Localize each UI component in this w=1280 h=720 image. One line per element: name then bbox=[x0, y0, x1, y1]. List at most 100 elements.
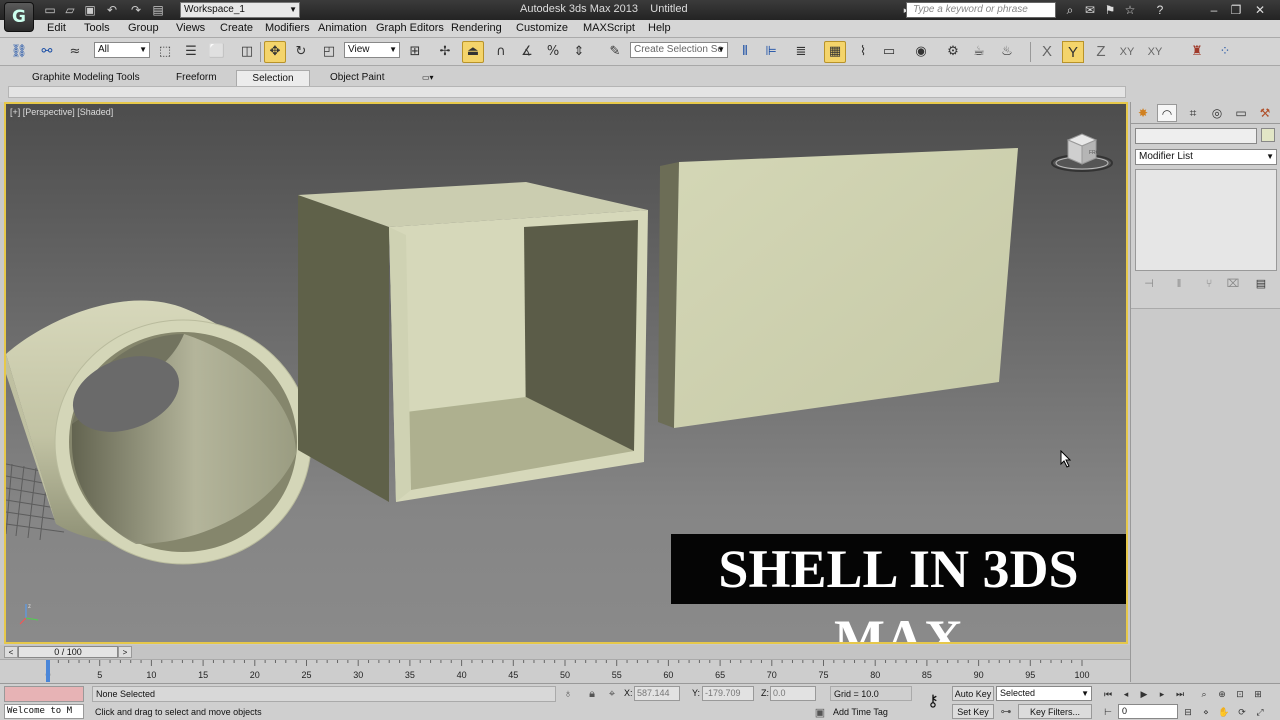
rectangular-selection-icon[interactable]: ⬜ bbox=[206, 41, 228, 63]
create-tab-icon[interactable]: ✸ bbox=[1133, 104, 1153, 122]
go-to-start-icon[interactable]: ⏮ bbox=[1100, 686, 1116, 702]
binoculars-icon[interactable]: ⌕ bbox=[1062, 2, 1078, 18]
zoom-extents-all-icon[interactable]: ⊞ bbox=[1250, 686, 1266, 702]
current-frame-marker[interactable] bbox=[46, 660, 50, 682]
close-icon[interactable]: ✕ bbox=[1252, 2, 1268, 18]
isolate-selection-icon[interactable]: ♁ bbox=[560, 686, 576, 702]
render-production-icon[interactable]: ♨ bbox=[996, 41, 1018, 63]
ribbon-tab-object-paint[interactable]: Object Paint bbox=[322, 70, 392, 86]
auto-key-button[interactable]: Auto Key bbox=[952, 686, 994, 701]
material-editor-icon[interactable]: ◉ bbox=[910, 41, 932, 63]
menu-edit[interactable]: Edit bbox=[47, 22, 66, 34]
redo-icon[interactable]: ↷ bbox=[128, 2, 144, 18]
time-configuration-icon[interactable]: ⊟ bbox=[1180, 704, 1196, 720]
selection-lock-icon[interactable]: 🔒︎ bbox=[584, 686, 600, 702]
axis-y-button[interactable]: Y bbox=[1062, 41, 1084, 63]
time-tag-icon[interactable]: ▣ bbox=[812, 705, 828, 720]
display-tab-icon[interactable]: ▭ bbox=[1231, 104, 1251, 122]
maxscript-mini-listener[interactable]: Welcome to M bbox=[4, 704, 84, 719]
named-selection-sets-dropdown[interactable]: Create Selection Se ▼ bbox=[630, 42, 728, 58]
time-slider-thumb[interactable]: 0 / 100 bbox=[18, 646, 118, 658]
menu-group[interactable]: Group bbox=[128, 22, 159, 34]
current-frame-field[interactable]: 0 bbox=[1118, 704, 1178, 719]
layer-manager-icon[interactable]: ≣ bbox=[790, 41, 812, 63]
show-end-result-icon[interactable]: ‖ bbox=[1171, 276, 1187, 292]
menu-help[interactable]: Help bbox=[648, 22, 671, 34]
maximize-viewport-icon[interactable]: ⤢ bbox=[1252, 704, 1268, 720]
field-of-view-icon[interactable]: ⋄ bbox=[1198, 704, 1214, 720]
viewport-label[interactable]: [+] [Perspective] [Shaded] bbox=[10, 107, 113, 117]
previous-frame-icon[interactable]: ◂ bbox=[1118, 686, 1134, 702]
viewcube-icon[interactable]: FRONT bbox=[1048, 130, 1116, 174]
menu-views[interactable]: Views bbox=[176, 22, 205, 34]
key-mode-toggle-icon[interactable]: ⊢ bbox=[1100, 704, 1116, 720]
select-object-icon[interactable]: ⬚ bbox=[154, 41, 176, 63]
pin-stack-icon[interactable]: ⊣ bbox=[1141, 276, 1157, 292]
snaps-toggle-icon[interactable]: ∩ bbox=[490, 41, 512, 63]
key-mode-dropdown[interactable]: Selected ▼ bbox=[996, 686, 1092, 701]
perspective-viewport[interactable]: [+] [Perspective] [Shaded] FRONT SHELL I… bbox=[4, 102, 1128, 644]
play-icon[interactable]: ▶ bbox=[1136, 686, 1152, 702]
favorites-star-icon[interactable]: ☆ bbox=[1122, 2, 1138, 18]
configure-modifier-sets-icon[interactable]: ▤ bbox=[1253, 276, 1269, 292]
select-and-move-icon[interactable]: ✥ bbox=[264, 41, 286, 63]
key-filters-button[interactable]: Key Filters... bbox=[1018, 704, 1092, 719]
pan-view-icon[interactable]: ✋ bbox=[1216, 704, 1232, 720]
menu-rendering[interactable]: Rendering bbox=[451, 22, 502, 34]
zoom-icon[interactable]: ⌕ bbox=[1196, 686, 1212, 702]
restore-icon[interactable]: ❐ bbox=[1228, 2, 1244, 18]
remove-modifier-icon[interactable]: ⌧ bbox=[1225, 276, 1241, 292]
hierarchy-tab-icon[interactable]: ⌗ bbox=[1183, 104, 1203, 122]
help-icon[interactable]: ? bbox=[1152, 2, 1168, 18]
mirror-icon[interactable]: ⫴ bbox=[734, 41, 756, 63]
axis-xy-button[interactable]: XY bbox=[1116, 41, 1138, 63]
make-unique-icon[interactable]: ⑂ bbox=[1201, 276, 1217, 292]
ribbon-tab-freeform[interactable]: Freeform bbox=[168, 70, 225, 86]
modifier-list-dropdown[interactable]: Modifier List ▼ bbox=[1135, 149, 1277, 165]
selection-filter-dropdown[interactable]: All ▼ bbox=[94, 42, 150, 58]
pivot-center-icon[interactable]: ⊞ bbox=[404, 41, 426, 63]
ribbon-tab-graphite[interactable]: Graphite Modeling Tools bbox=[24, 70, 148, 86]
axis-x-button[interactable]: X bbox=[1036, 41, 1058, 63]
track-bar[interactable]: 0510152025303540455055606570758085909510… bbox=[0, 659, 1130, 683]
orbit-icon[interactable]: ⟳ bbox=[1234, 704, 1250, 720]
absolute-mode-icon[interactable]: ⌖ bbox=[604, 686, 620, 702]
link-icon[interactable]: ⛓ bbox=[8, 41, 30, 63]
go-to-end-icon[interactable]: ⏭ bbox=[1172, 686, 1188, 702]
motion-tab-icon[interactable]: ◎ bbox=[1207, 104, 1227, 122]
next-frame-icon[interactable]: ▸ bbox=[1154, 686, 1170, 702]
graphite-toggle-icon[interactable]: ▦ bbox=[824, 41, 846, 63]
spinner-snap-icon[interactable]: ⇕ bbox=[568, 41, 590, 63]
window-crossing-icon[interactable]: ◫ bbox=[236, 41, 258, 63]
communication-center-icon[interactable]: ✉ bbox=[1082, 2, 1098, 18]
menu-animation[interactable]: Animation bbox=[318, 22, 367, 34]
axis-z-button[interactable]: Z bbox=[1090, 41, 1112, 63]
y-coord-field[interactable]: -179.709 bbox=[702, 686, 754, 701]
menu-maxscript[interactable]: MAXScript bbox=[583, 22, 635, 34]
object-name-field[interactable] bbox=[1135, 128, 1257, 144]
x-coord-field[interactable]: 587.144 bbox=[634, 686, 680, 701]
minimize-icon[interactable]: – bbox=[1206, 2, 1222, 18]
menu-modifiers[interactable]: Modifiers bbox=[265, 22, 310, 34]
time-slider-prev-button[interactable]: < bbox=[4, 646, 18, 658]
time-slider-next-button[interactable]: > bbox=[118, 646, 132, 658]
ribbon-tab-selection[interactable]: Selection bbox=[236, 70, 310, 86]
project-folder-icon[interactable]: ▤ bbox=[150, 2, 166, 18]
unlink-icon[interactable]: ⚯ bbox=[36, 41, 58, 63]
render-setup-icon[interactable]: ⚙ bbox=[942, 41, 964, 63]
set-key-button[interactable]: Set Key bbox=[952, 704, 994, 719]
subscription-icon[interactable]: ⚑ bbox=[1102, 2, 1118, 18]
ribbon-options-dropdown[interactable]: ▭▾ bbox=[414, 70, 442, 86]
add-time-tag-button[interactable]: Add Time Tag bbox=[830, 705, 912, 720]
undo-icon[interactable]: ↶ bbox=[104, 2, 120, 18]
rendered-frame-window-icon[interactable]: ☕ bbox=[968, 41, 990, 63]
mental-ray-icon[interactable]: ♜ bbox=[1186, 41, 1208, 63]
menu-create[interactable]: Create bbox=[220, 22, 253, 34]
schematic-view-icon[interactable]: ▭ bbox=[878, 41, 900, 63]
search-input[interactable]: Type a keyword or phrase bbox=[906, 2, 1056, 18]
axis-xy-cycle-button[interactable]: XY bbox=[1144, 41, 1166, 63]
select-and-scale-icon[interactable]: ◰ bbox=[318, 41, 340, 63]
save-file-icon[interactable]: ▣ bbox=[82, 2, 98, 18]
edit-named-selection-icon[interactable]: ✎ bbox=[604, 41, 626, 63]
curve-editor-icon[interactable]: ⌇ bbox=[852, 41, 874, 63]
